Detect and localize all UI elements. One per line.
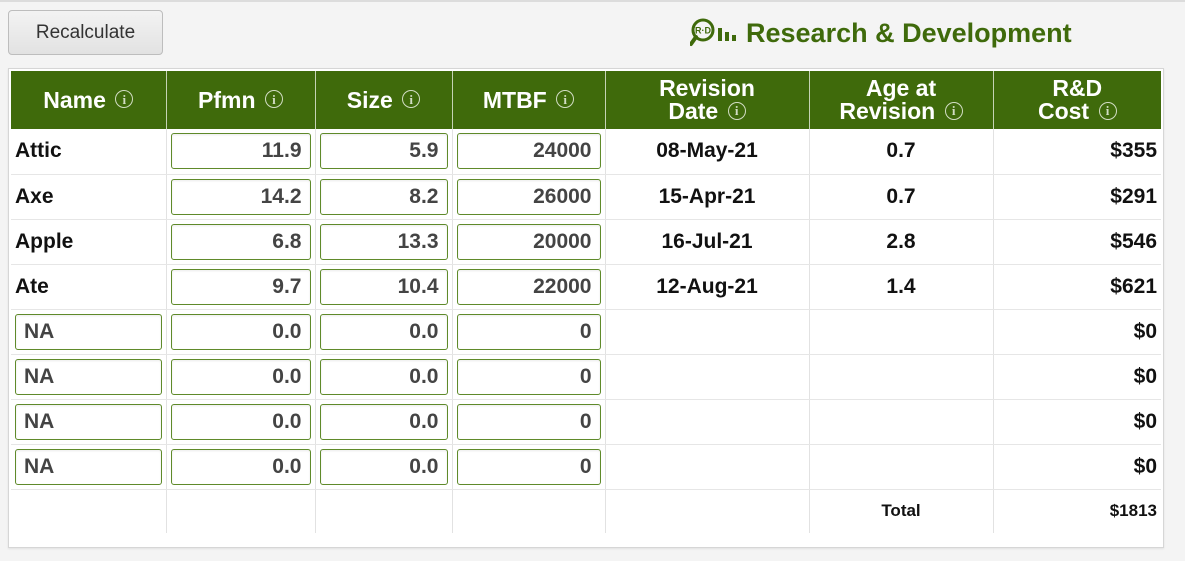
product-name: Apple: [11, 219, 167, 265]
table-row: Apple 6.8 13.3 20000 16-Jul-21 2.8 $546: [11, 219, 1161, 265]
pfmn-input[interactable]: 0.0: [170, 403, 311, 440]
total-label: Total: [809, 489, 994, 533]
rd-cost: $621: [993, 264, 1161, 310]
age-at-revision: 1.4: [809, 264, 994, 310]
page-title: Research & Development: [746, 17, 1072, 48]
svg-text:R·D: R·D: [695, 26, 711, 36]
table-header-row: Name i Pfmn i Size i MTBF i Revision Date…: [11, 71, 1161, 129]
pfmn-input[interactable]: 9.7: [170, 268, 311, 305]
revision-date: 12-Aug-21: [605, 264, 810, 310]
product-name-input[interactable]: NA: [15, 448, 162, 485]
page-header: R·D Research & Development: [689, 16, 1072, 50]
rd-cost: $0: [993, 399, 1161, 445]
mtbf-input[interactable]: 0: [456, 313, 601, 350]
info-icon[interactable]: i: [727, 101, 746, 120]
age-at-revision: 0.7: [809, 174, 994, 220]
size-input[interactable]: 0.0: [319, 313, 448, 350]
product-name: Ate: [11, 264, 167, 310]
column-header-mtbf[interactable]: MTBF i: [452, 71, 606, 129]
pfmn-input[interactable]: 14.2: [170, 178, 311, 215]
recalculate-button[interactable]: Recalculate: [8, 10, 163, 55]
table-row: NA 0.0 0.0 0 $0: [11, 444, 1161, 490]
rd-cost: $0: [993, 354, 1161, 400]
rd-cost: $0: [993, 309, 1161, 355]
info-icon[interactable]: i: [1098, 101, 1117, 120]
pfmn-input[interactable]: 0.0: [170, 448, 311, 485]
age-at-revision: [809, 354, 994, 400]
rd-cost: $355: [993, 129, 1161, 175]
total-value: $1813: [1109, 501, 1157, 521]
empty-cell: [315, 489, 453, 533]
product-name-input[interactable]: NA: [15, 313, 162, 350]
empty-cell: [11, 489, 167, 533]
info-icon[interactable]: i: [944, 101, 963, 120]
empty-cell: [166, 489, 316, 533]
revision-date: [605, 444, 810, 490]
size-input[interactable]: 0.0: [319, 358, 448, 395]
product-name-input[interactable]: NA: [15, 358, 162, 395]
info-icon[interactable]: i: [556, 90, 575, 109]
column-header-pfmn[interactable]: Pfmn i: [166, 71, 316, 129]
mtbf-input[interactable]: 20000: [456, 223, 601, 260]
size-input[interactable]: 5.9: [319, 133, 448, 170]
table-row: NA 0.0 0.0 0 $0: [11, 354, 1161, 400]
product-name: Axe: [11, 174, 167, 220]
revision-date: [605, 354, 810, 400]
column-header-name[interactable]: Name i: [11, 71, 167, 129]
table-row: Ate 9.7 10.4 22000 12-Aug-21 1.4 $621: [11, 264, 1161, 310]
table-row: Attic 11.9 5.9 24000 08-May-21 0.7 $355: [11, 129, 1161, 175]
mtbf-input[interactable]: 0: [456, 403, 601, 440]
rd-magnifier-bars-icon: R·D: [689, 18, 740, 48]
total-row: Total $1813: [11, 489, 1161, 533]
rd-table: Name i Pfmn i Size i MTBF i Revision Date…: [11, 71, 1161, 533]
revision-date: 08-May-21: [605, 129, 810, 175]
mtbf-input[interactable]: 22000: [456, 268, 601, 305]
size-input[interactable]: 8.2: [319, 178, 448, 215]
mtbf-input[interactable]: 0: [456, 448, 601, 485]
revision-date: 16-Jul-21: [605, 219, 810, 265]
table-row: NA 0.0 0.0 0 $0: [11, 309, 1161, 355]
column-header-rd-cost[interactable]: R&D Cost i: [993, 71, 1161, 129]
revision-date: 15-Apr-21: [605, 174, 810, 220]
size-input[interactable]: 10.4: [319, 268, 448, 305]
mtbf-input[interactable]: 24000: [456, 133, 601, 170]
rd-cost: $546: [993, 219, 1161, 265]
pfmn-input[interactable]: 11.9: [170, 133, 311, 170]
mtbf-input[interactable]: 26000: [456, 178, 601, 215]
column-header-age-at-revision[interactable]: Age at Revision i: [809, 71, 994, 129]
product-name-input[interactable]: NA: [15, 403, 162, 440]
empty-cell: [452, 489, 606, 533]
top-border: [0, 0, 1185, 2]
column-header-revision-date[interactable]: Revision Date i: [605, 71, 810, 129]
table-row: Axe 14.2 8.2 26000 15-Apr-21 0.7 $291: [11, 174, 1161, 220]
age-at-revision: [809, 309, 994, 355]
revision-date: [605, 399, 810, 445]
table-row: NA 0.0 0.0 0 $0: [11, 399, 1161, 445]
column-header-size[interactable]: Size i: [315, 71, 453, 129]
info-icon[interactable]: i: [264, 90, 283, 109]
rd-table-panel: Name i Pfmn i Size i MTBF i Revision Date…: [8, 68, 1164, 548]
revision-date: [605, 309, 810, 355]
pfmn-input[interactable]: 6.8: [170, 223, 311, 260]
size-input[interactable]: 13.3: [319, 223, 448, 260]
pfmn-input[interactable]: 0.0: [170, 313, 311, 350]
pfmn-input[interactable]: 0.0: [170, 358, 311, 395]
age-at-revision: 2.8: [809, 219, 994, 265]
size-input[interactable]: 0.0: [319, 403, 448, 440]
info-icon[interactable]: i: [115, 90, 134, 109]
age-at-revision: 0.7: [809, 129, 994, 175]
rd-cost: $291: [993, 174, 1161, 220]
product-name: Attic: [11, 129, 167, 175]
mtbf-input[interactable]: 0: [456, 358, 601, 395]
rd-cost: $0: [993, 444, 1161, 490]
info-icon[interactable]: i: [402, 90, 421, 109]
empty-cell: [605, 489, 810, 533]
size-input[interactable]: 0.0: [319, 448, 448, 485]
age-at-revision: [809, 444, 994, 490]
age-at-revision: [809, 399, 994, 445]
